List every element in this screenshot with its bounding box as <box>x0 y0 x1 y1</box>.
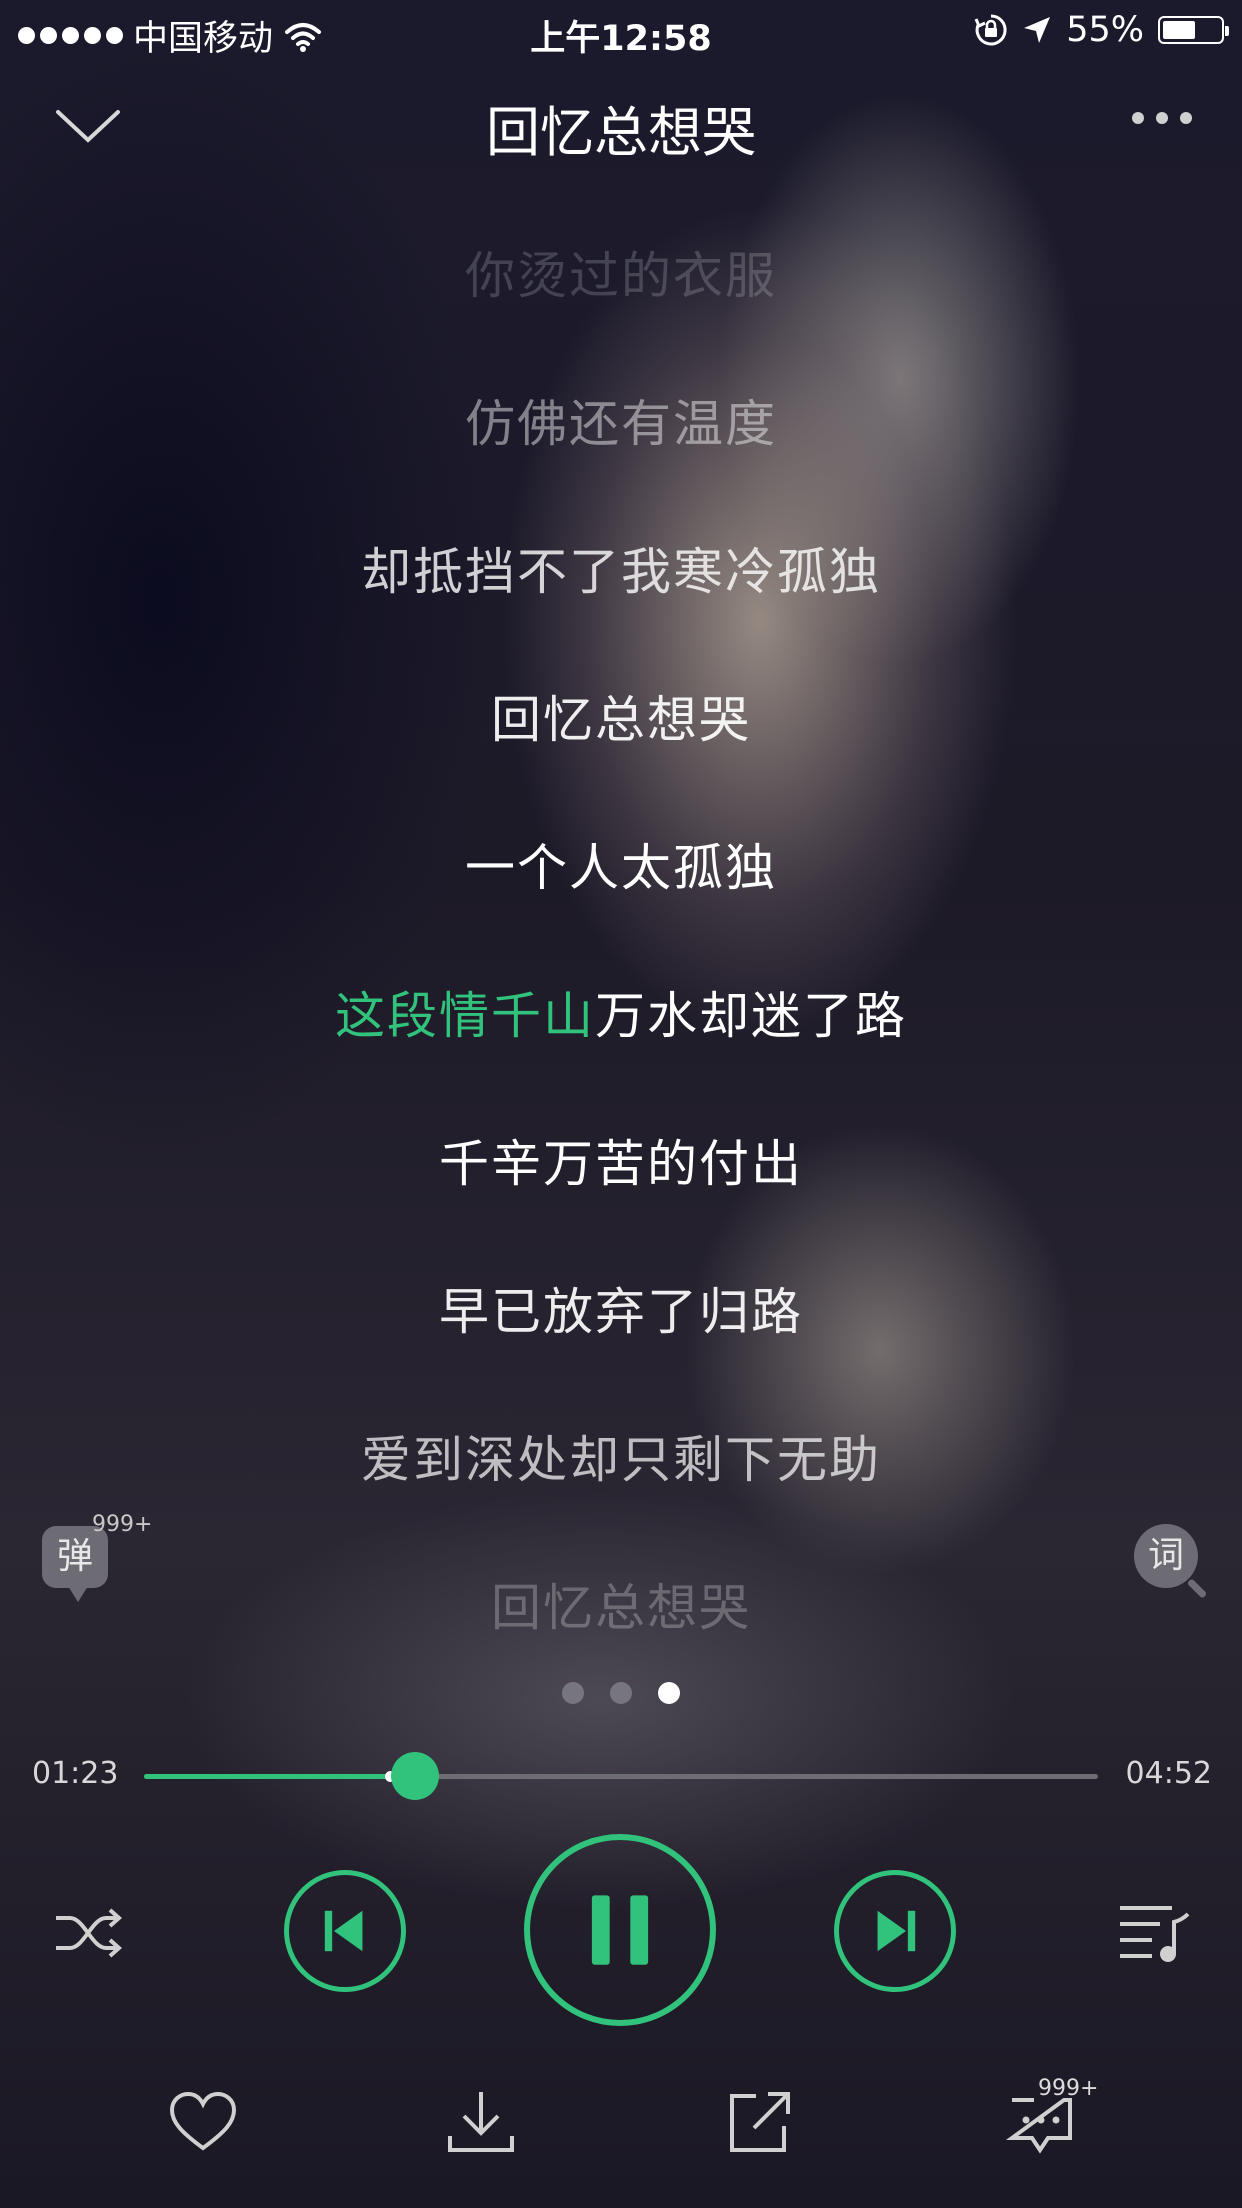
lyric-line: 爱到深处却只剩下无助 <box>361 1431 881 1489</box>
lyric-line: 千辛万苦的付出 <box>439 1135 803 1193</box>
share-icon[interactable] <box>722 2086 796 2158</box>
lyric-sung-part: 这段情千山 <box>335 987 595 1045</box>
lyric-line: 仿佛还有温度 <box>465 395 777 453</box>
page-dot-active[interactable] <box>658 1682 680 1704</box>
battery-fill <box>1163 21 1195 39</box>
orientation-lock-icon <box>974 14 1007 46</box>
page-dot[interactable] <box>562 1682 584 1704</box>
page-indicator[interactable] <box>0 1682 1242 1704</box>
download-icon[interactable] <box>444 2086 518 2158</box>
pause-icon <box>591 1895 649 1965</box>
page-dot[interactable] <box>610 1682 632 1704</box>
heart-icon[interactable] <box>166 2086 240 2158</box>
elapsed-time: 01:23 <box>32 1756 119 1791</box>
previous-button[interactable] <box>284 1870 406 1992</box>
lyric-search-button[interactable]: 词 <box>1134 1524 1198 1588</box>
lyric-unsung-part: 万水却迷了路 <box>595 987 907 1045</box>
lyric-line: 却抵挡不了我寒冷孤独 <box>361 543 881 601</box>
comment-count: 999+ <box>1038 2076 1099 2101</box>
next-button[interactable] <box>834 1870 956 1992</box>
more-options-icon[interactable] <box>1132 112 1192 124</box>
lyric-line: 回忆总想哭 <box>491 691 751 749</box>
lyric-line: 一个人太孤独 <box>465 839 777 897</box>
battery-icon <box>1158 16 1229 44</box>
status-bar: 中国移动 上午12:58 55% <box>0 0 1242 60</box>
danmaku-count: 999+ <box>92 1512 153 1537</box>
progress-knob[interactable] <box>390 1752 439 1800</box>
current-lyric-line: 这段情千山万水却迷了路 <box>0 976 1242 1048</box>
lyric-line: 回忆总想哭 <box>491 1579 751 1637</box>
location-arrow-icon <box>1024 17 1051 43</box>
song-title: 回忆总想哭 <box>486 101 756 164</box>
playlist-icon[interactable] <box>1118 1900 1190 1964</box>
lyric-line: 你烫过的衣服 <box>465 247 777 305</box>
skip-next-icon <box>877 1910 916 1952</box>
status-right: 55% <box>974 10 1229 50</box>
shuffle-icon[interactable] <box>52 1904 124 1962</box>
lyric-line: 早已放弃了归路 <box>439 1283 803 1341</box>
total-time: 04:52 <box>1125 1756 1212 1791</box>
progress-bar[interactable] <box>144 1752 1098 1800</box>
skip-previous-icon <box>324 1910 363 1952</box>
battery-percent: 55% <box>1066 10 1144 50</box>
progress-played <box>144 1774 415 1779</box>
pause-button[interactable] <box>524 1834 716 2026</box>
